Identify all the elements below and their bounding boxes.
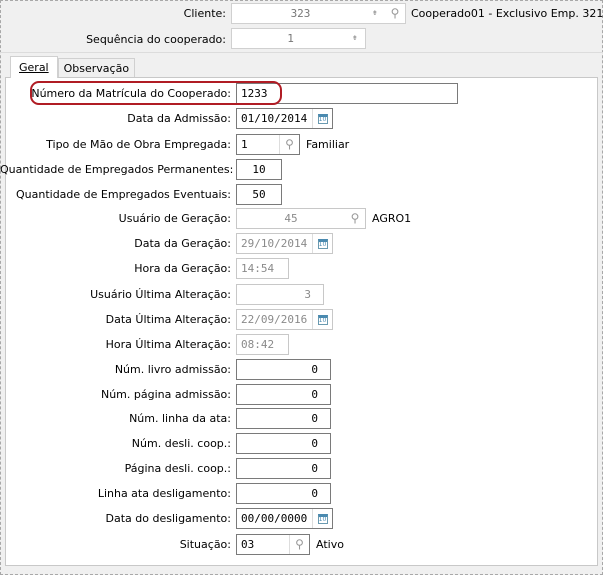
field-value: 0 [311, 388, 318, 401]
tab-observacao[interactable]: Observação [57, 58, 136, 78]
field-input[interactable]: 29/10/2014 10 [236, 233, 333, 254]
field-label: Núm. desli. coop.: [131, 437, 231, 450]
field-input[interactable]: 45 ⚲ [236, 208, 366, 229]
search-icon[interactable]: ⚲ [289, 535, 309, 554]
field-input[interactable]: 08:42 [236, 334, 289, 355]
cliente-description: Cooperado01 - Exclusivo Emp. 321 [411, 7, 603, 20]
field-description: Familiar [306, 138, 350, 151]
field-label: Data da Admissão: [127, 112, 231, 125]
cliente-input[interactable]: 323 ⇟ ⚲ [231, 3, 406, 24]
highlight-annotation [30, 81, 282, 105]
field-label: Usuário de Geração: [118, 212, 231, 225]
field-label: Data do desligamento: [105, 512, 232, 525]
field-input[interactable]: 0 [236, 458, 331, 479]
field-value: 10 [252, 163, 266, 176]
calendar-icon[interactable]: 10 [312, 509, 332, 528]
tab-geral[interactable]: Geral [10, 56, 58, 78]
field-input[interactable]: 00/00/0000 10 [236, 508, 333, 529]
field-value: 0 [311, 437, 318, 450]
field-value: 29/10/2014 [241, 237, 308, 250]
field-input[interactable]: 01/10/2014 10 [236, 108, 333, 129]
field-input[interactable]: 0 [236, 483, 331, 504]
field-input[interactable]: 0 [236, 384, 331, 405]
spinner-icon[interactable]: ⇟ [345, 29, 365, 48]
field-label: Hora da Geração: [134, 262, 231, 275]
tab-geral-label: Geral [19, 61, 49, 74]
calendar-icon[interactable]: 10 [312, 234, 332, 253]
field-value: 03 [241, 538, 255, 551]
field-label: Hora Última Alteração: [105, 338, 231, 351]
field-label: Situação: [179, 538, 231, 551]
field-label: Quantidade de Empregados Eventuais: [15, 188, 231, 201]
search-icon[interactable]: ⚲ [279, 135, 299, 154]
field-value: 00/00/0000 [241, 512, 308, 525]
sequencia-input[interactable]: 1 ⇟ [231, 28, 366, 49]
cliente-label: Cliente: [183, 7, 226, 20]
field-value: 22/09/2016 [241, 313, 308, 326]
search-icon[interactable]: ⚲ [385, 4, 405, 23]
field-value: 50 [252, 188, 266, 201]
field-description: AGRO1 [372, 212, 412, 225]
sequencia-label: Sequência do cooperado: [86, 33, 226, 46]
field-value: 14:54 [241, 262, 275, 275]
sequencia-value: 1 [287, 32, 294, 45]
field-input[interactable]: 22/09/2016 10 [236, 309, 333, 330]
field-value: 0 [311, 487, 318, 500]
field-label: Data Última Alteração: [105, 313, 231, 326]
field-input[interactable]: 0 [236, 359, 331, 380]
search-icon[interactable]: ⚲ [345, 209, 365, 228]
field-label: Data da Geração: [134, 237, 231, 250]
field-label: Usuário Última Alteração: [90, 288, 231, 301]
field-label: Núm. página admissão: [100, 388, 231, 401]
field-value: 3 [304, 288, 311, 301]
field-input[interactable]: 0 [236, 408, 331, 429]
tab-observacao-label: Observação [63, 62, 130, 75]
field-value: 45 [284, 212, 298, 225]
field-label: Quantidade de Empregados Permanentes: [0, 163, 234, 176]
field-input[interactable]: 0 [236, 433, 331, 454]
field-input[interactable]: 50 [236, 184, 282, 205]
field-input[interactable]: 10 [236, 159, 282, 180]
field-value: 0 [311, 363, 318, 376]
field-label: Núm. livro admissão: [114, 363, 231, 376]
field-value: 08:42 [241, 338, 275, 351]
field-input[interactable]: 3 [236, 284, 324, 305]
field-value: 01/10/2014 [241, 112, 308, 125]
tab-bar: Geral Observação [10, 56, 136, 78]
field-value: 1 [241, 138, 248, 151]
calendar-icon[interactable]: 10 [312, 310, 332, 329]
field-label: Linha ata desligamento: [97, 487, 231, 500]
field-input[interactable]: 14:54 [236, 258, 289, 279]
field-value: 0 [311, 412, 318, 425]
field-label: Núm. linha da ata: [129, 412, 231, 425]
cliente-value: 323 [290, 7, 311, 20]
divider [0, 52, 603, 53]
field-input[interactable]: 03 ⚲ [236, 534, 310, 555]
field-input[interactable]: 1 ⚲ [236, 134, 300, 155]
field-label: Página desli. coop.: [124, 462, 231, 475]
spinner-icon[interactable]: ⇟ [365, 4, 385, 23]
field-value: 0 [311, 462, 318, 475]
field-description: Ativo [316, 538, 344, 551]
calendar-icon[interactable]: 10 [312, 109, 332, 128]
field-label: Tipo de Mão de Obra Empregada: [46, 138, 231, 151]
